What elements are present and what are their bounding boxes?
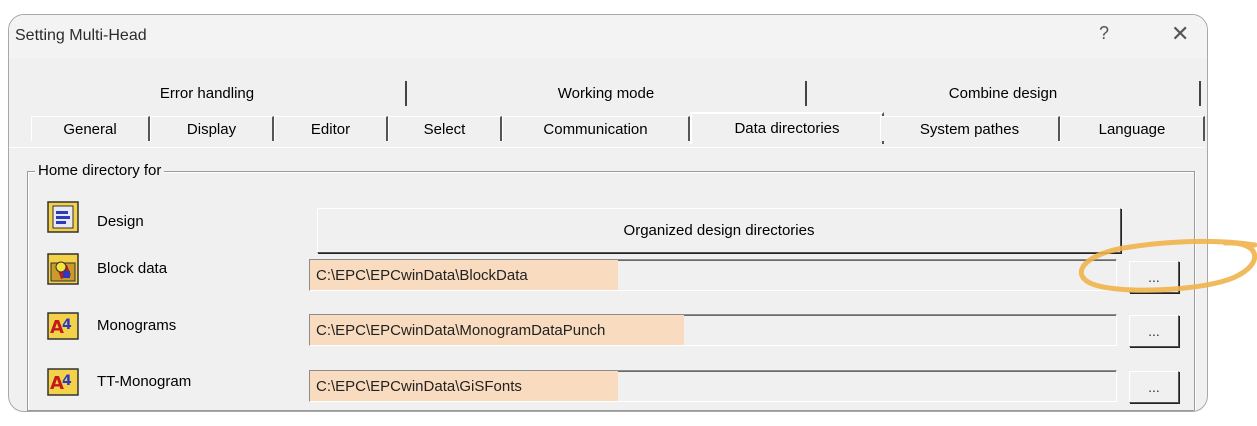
tab-system-pathes[interactable]: System pathes xyxy=(880,116,1060,141)
tab-data-directories[interactable]: Data directories xyxy=(690,112,884,144)
tt-monogram-label: TT-Monogram xyxy=(97,373,192,390)
monograms-path: C:\EPC\EPCwinData\MonogramDataPunch xyxy=(316,322,606,339)
tab-divider xyxy=(9,147,1205,148)
monograms-label: Monograms xyxy=(97,317,177,334)
tab-general[interactable]: General xyxy=(31,116,150,141)
tt-monogram-browse-button[interactable]: ... xyxy=(1129,371,1179,403)
block-data-folder-icon xyxy=(47,253,79,285)
group-legend: Home directory for xyxy=(35,162,165,179)
monograms-path-field[interactable]: C:\EPC\EPCwinData\MonogramDataPunch xyxy=(309,314,1117,346)
block-data-label: Block data xyxy=(97,260,168,277)
tab-working-mode[interactable]: Working mode xyxy=(407,81,807,106)
organized-design-directories-button[interactable]: Organized design directories xyxy=(317,208,1121,253)
design-folder-icon xyxy=(47,201,79,233)
tt-monogram-folder-icon: A 4 xyxy=(47,365,79,397)
svg-text:4: 4 xyxy=(62,373,72,389)
tt-monogram-path: C:\EPC\EPCwinData\GiSFonts xyxy=(316,378,522,395)
svg-text:4: 4 xyxy=(62,317,72,333)
tab-error-handling[interactable]: Error handling xyxy=(9,81,407,106)
tab-display[interactable]: Display xyxy=(150,116,274,141)
annotation-ellipse xyxy=(1078,238,1257,293)
tab-language[interactable]: Language xyxy=(1060,116,1205,141)
design-label: Design xyxy=(97,213,144,230)
monograms-browse-button[interactable]: ... xyxy=(1129,315,1179,347)
tab-editor[interactable]: Editor xyxy=(274,116,388,141)
tab-select[interactable]: Select xyxy=(388,116,502,141)
monogram-folder-icon: A 4 xyxy=(47,309,79,341)
tt-monogram-path-field[interactable]: C:\EPC\EPCwinData\GiSFonts xyxy=(309,370,1117,402)
tab-strip: Error handling Working mode Combine desi… xyxy=(9,15,1207,155)
tab-communication[interactable]: Communication xyxy=(502,116,690,141)
block-data-path: C:\EPC\EPCwinData\BlockData xyxy=(316,267,528,284)
settings-dialog: Setting Multi-Head ? ✕ Error handling Wo… xyxy=(8,14,1208,412)
block-data-path-field[interactable]: C:\EPC\EPCwinData\BlockData xyxy=(309,259,1117,291)
tab-combine-design[interactable]: Combine design xyxy=(807,81,1201,106)
